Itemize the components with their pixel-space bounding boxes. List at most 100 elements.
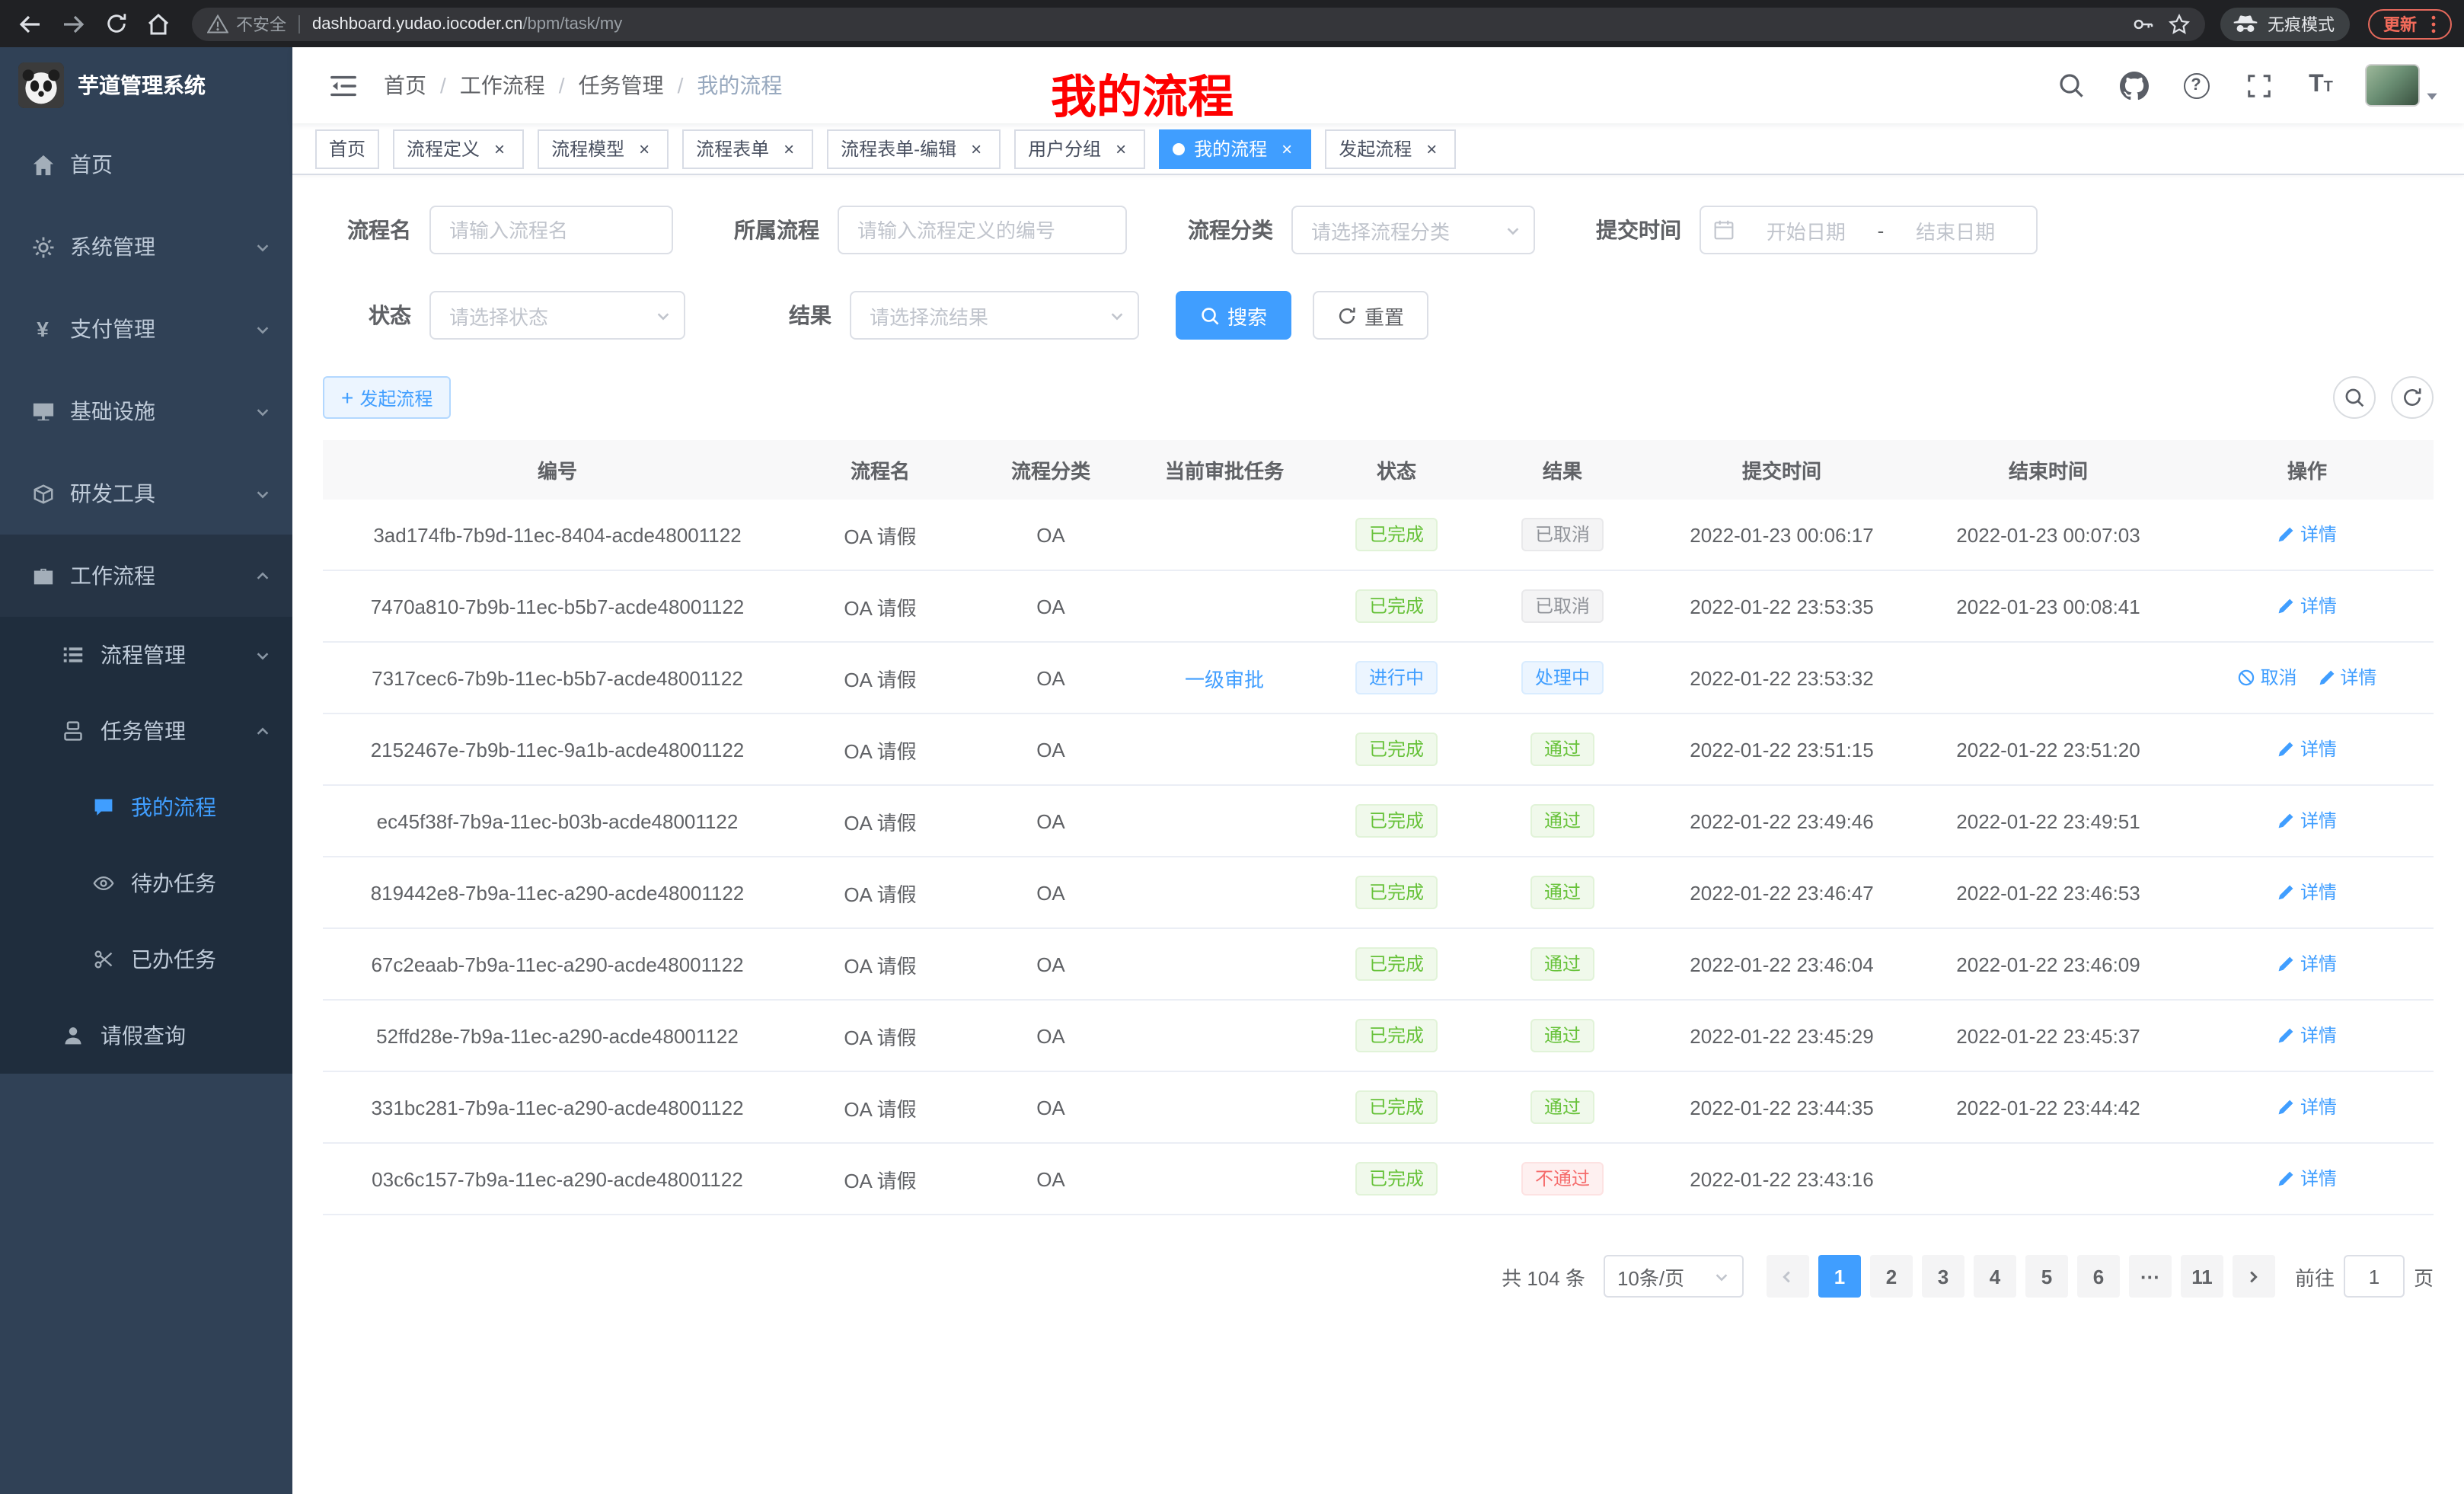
page-button[interactable]: 6 [2077, 1255, 2120, 1298]
status-tag: 进行中 [1355, 661, 1438, 694]
row-end-time: 2022-01-22 23:49:51 [1916, 785, 2181, 857]
menu-dots-icon[interactable] [2423, 13, 2444, 34]
sidebar-item-label: 已办任务 [131, 944, 216, 975]
tab-start-process[interactable]: 发起流程× [1325, 129, 1456, 168]
sidebar-item-home[interactable]: 首页 [0, 123, 292, 206]
tab-process-definition[interactable]: 流程定义× [393, 129, 524, 168]
github-button[interactable] [2115, 67, 2152, 104]
tab-my-process[interactable]: 我的流程× [1159, 129, 1311, 168]
password-key-icon[interactable] [2132, 13, 2153, 34]
security-label: 不安全 [236, 11, 286, 36]
breadcrumb-home[interactable]: 首页 [384, 70, 426, 101]
page-button[interactable]: 11 [2181, 1255, 2223, 1298]
detail-link[interactable]: 详情 [2277, 736, 2337, 762]
help-button[interactable]: ? [2178, 67, 2214, 104]
col-end-time: 结束时间 [1916, 440, 2181, 500]
tab-close-icon[interactable]: × [1276, 138, 1297, 159]
breadcrumb-task-management[interactable]: 任务管理 [579, 70, 664, 101]
update-button[interactable]: 更新 [2368, 8, 2452, 39]
sidebar-item-todo-tasks[interactable]: 待办任务 [0, 845, 292, 921]
detail-link[interactable]: 详情 [2277, 1023, 2337, 1049]
back-button[interactable] [12, 5, 49, 42]
submit-time-range-picker[interactable]: 开始日期 - 结束日期 [1700, 206, 2038, 254]
page-button[interactable]: 5 [2025, 1255, 2068, 1298]
detail-link[interactable]: 详情 [2277, 593, 2337, 619]
sidebar-item-leave-query[interactable]: 请假查询 [0, 998, 292, 1074]
edit-icon [2277, 1098, 2296, 1116]
font-size-button[interactable]: TT [2303, 67, 2339, 104]
sidebar-item-process-management[interactable]: 流程管理 [0, 617, 292, 693]
breadcrumb-workflow[interactable]: 工作流程 [460, 70, 545, 101]
tab-process-form-edit[interactable]: 流程表单-编辑× [827, 129, 1001, 168]
cancel-link[interactable]: 取消 [2238, 665, 2297, 691]
reload-button[interactable] [97, 5, 134, 42]
page-size-select[interactable]: 10条/页 [1604, 1255, 1744, 1298]
tab-close-icon[interactable]: × [489, 138, 510, 159]
tab-close-icon[interactable]: × [778, 138, 800, 159]
tab-process-model[interactable]: 流程模型× [538, 129, 669, 168]
show-search-button[interactable] [2333, 376, 2376, 419]
row-status: 已完成 [1316, 713, 1477, 785]
process-name-input[interactable] [429, 206, 673, 254]
sidebar-item-task-management[interactable]: 任务管理 [0, 693, 292, 769]
home-button[interactable] [140, 5, 177, 42]
table-row: 03c6c157-7b9a-11ec-a290-acde48001122 OA … [323, 1143, 2434, 1215]
prev-page-button[interactable] [1767, 1255, 1809, 1298]
address-bar[interactable]: 不安全 dashboard.yudao.iocoder.cn/bpm/task/… [192, 7, 2205, 40]
sidebar-item-workflow[interactable]: 工作流程 [0, 535, 292, 617]
tab-close-icon[interactable]: × [634, 138, 655, 159]
tab-process-form[interactable]: 流程表单× [682, 129, 813, 168]
category-select[interactable]: 请选择流程分类 [1291, 206, 1535, 254]
search-button[interactable]: 搜索 [1176, 291, 1291, 340]
reset-button[interactable]: 重置 [1313, 291, 1428, 340]
bookmark-star-icon[interactable] [2169, 13, 2190, 34]
tab-home[interactable]: 首页 [315, 129, 379, 168]
row-submit-time: 2022-01-22 23:53:32 [1648, 642, 1916, 713]
app-logo[interactable]: 芋道管理系统 [0, 47, 292, 123]
start-process-button[interactable]: + 发起流程 [323, 376, 451, 419]
page-button[interactable]: 3 [1922, 1255, 1964, 1298]
result-select[interactable]: 请选择流结果 [850, 291, 1139, 340]
header-search-button[interactable] [2053, 67, 2089, 104]
page-button[interactable]: 2 [1870, 1255, 1913, 1298]
page-ellipsis[interactable]: ··· [2129, 1255, 2172, 1298]
fullscreen-button[interactable] [2240, 67, 2277, 104]
detail-link[interactable]: 详情 [2277, 1166, 2337, 1192]
detail-label: 详情 [2300, 1023, 2337, 1049]
tab-close-icon[interactable]: × [1421, 138, 1442, 159]
detail-link[interactable]: 详情 [2277, 951, 2337, 977]
tab-close-icon[interactable]: × [965, 138, 987, 159]
sidebar-item-devtools[interactable]: 研发工具 [0, 452, 292, 535]
sidebar-item-system[interactable]: 系统管理 [0, 206, 292, 288]
forward-button[interactable] [55, 5, 91, 42]
sidebar-item-label: 流程管理 [101, 640, 186, 670]
next-page-button[interactable] [2233, 1255, 2275, 1298]
sidebar-item-payment[interactable]: ¥ 支付管理 [0, 288, 292, 370]
sidebar-item-my-process[interactable]: 我的流程 [0, 769, 292, 845]
detail-link[interactable]: 详情 [2277, 879, 2337, 905]
goto-page-input[interactable] [2344, 1255, 2405, 1298]
result-tag: 通过 [1530, 1090, 1594, 1124]
detail-link[interactable]: 详情 [2277, 808, 2337, 834]
page-button[interactable]: 1 [1818, 1255, 1861, 1298]
user-menu[interactable] [2365, 64, 2440, 107]
process-definition-input[interactable] [838, 206, 1127, 254]
cancel-label: 取消 [2261, 665, 2297, 691]
row-status: 已完成 [1316, 785, 1477, 857]
detail-link[interactable]: 详情 [2277, 1094, 2337, 1120]
page-button[interactable]: 4 [1974, 1255, 2016, 1298]
refresh-table-button[interactable] [2391, 376, 2434, 419]
sidebar-item-done-tasks[interactable]: 已办任务 [0, 921, 292, 998]
chevron-down-icon [254, 485, 271, 502]
current-task-link[interactable]: 一级审批 [1185, 668, 1264, 691]
home-icon [30, 152, 55, 177]
tab-close-icon[interactable]: × [1110, 138, 1131, 159]
yen-icon: ¥ [30, 317, 55, 341]
tab-user-group[interactable]: 用户分组× [1014, 129, 1145, 168]
detail-link[interactable]: 详情 [2317, 665, 2376, 691]
sidebar-toggle-button[interactable] [317, 59, 369, 111]
detail-link[interactable]: 详情 [2277, 522, 2337, 547]
status-select[interactable]: 请选择状态 [429, 291, 685, 340]
sidebar-item-infrastructure[interactable]: 基础设施 [0, 370, 292, 452]
incognito-label: 无痕模式 [2268, 11, 2335, 36]
